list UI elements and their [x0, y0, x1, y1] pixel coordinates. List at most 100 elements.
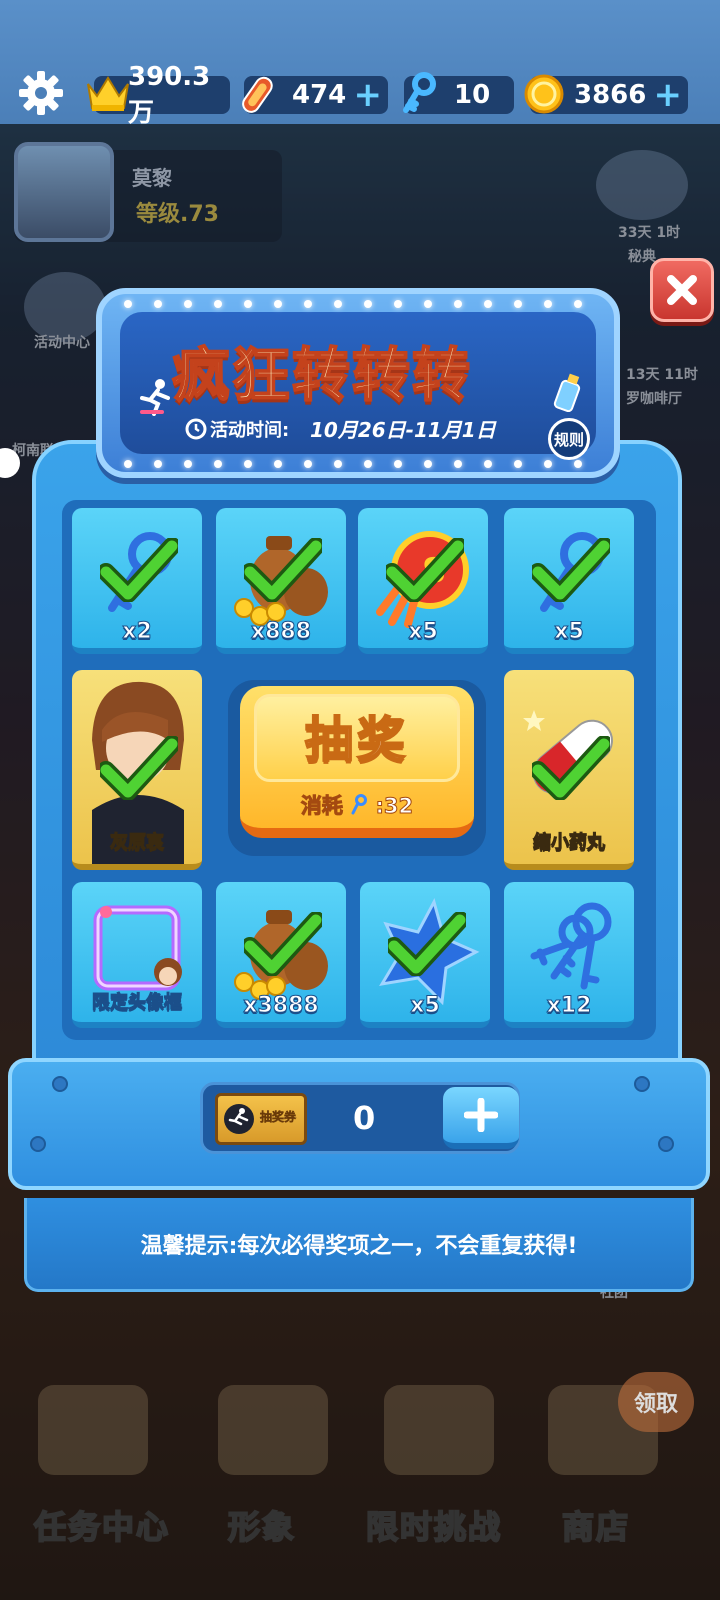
- draw-cost-label: 消耗: [300, 794, 343, 819]
- rules-button[interactable]: 规则: [548, 418, 590, 460]
- prize-quantity: x5: [410, 993, 441, 1019]
- appearance-icon: [218, 1385, 328, 1475]
- check-icon: [100, 538, 178, 602]
- prize-cell: x2: [72, 508, 202, 654]
- marquee-bulb: [454, 300, 462, 308]
- prize-cell-character: 灰原哀: [72, 670, 202, 870]
- marquee-bulb: [244, 460, 252, 468]
- marquee-bulb: [484, 460, 492, 468]
- nav-task-center: 任务中心: [33, 1507, 171, 1547]
- prize-cell-avatar-frame: 限定头像框: [72, 882, 202, 1028]
- skateboard-icon: [232, 68, 284, 120]
- marquee-bulb: [124, 460, 132, 468]
- top-resource-bar: 390.3万 474 + 10 3866 +: [0, 0, 720, 128]
- screw: [658, 1136, 674, 1152]
- prize-quantity: x888: [250, 619, 312, 645]
- prize-name: 缩小药丸: [533, 832, 606, 854]
- prize-quantity: x2: [122, 619, 153, 645]
- draw-cost: 消耗 :32: [240, 790, 474, 820]
- marquee-bulb: [394, 460, 402, 468]
- settings-icon[interactable]: [16, 68, 66, 118]
- marquee-bulb: [334, 460, 342, 468]
- draw-cost-value: :32: [375, 794, 414, 819]
- side-right-timer: 33天 1时: [618, 225, 681, 241]
- prize-quantity: x3888: [243, 993, 319, 1019]
- coin-counter[interactable]: 3866 +: [524, 74, 688, 114]
- marquee-bulb: [574, 460, 582, 468]
- event-time-label: 活动时间:: [210, 420, 290, 441]
- prize-cell: x3888: [216, 882, 346, 1028]
- player-name: 莫黎: [132, 166, 172, 190]
- check-icon: [388, 912, 466, 976]
- player-level: 等级.73: [136, 202, 219, 227]
- marquee-bulb: [424, 300, 432, 308]
- prize-name: 限定头像框: [92, 992, 183, 1014]
- challenge-icon: [384, 1385, 494, 1475]
- key-icon: [392, 68, 444, 120]
- runner-logo-icon: [136, 376, 176, 416]
- close-icon: [667, 275, 697, 305]
- spray-can-icon: [550, 372, 584, 413]
- crown-value: 390.3万: [128, 61, 211, 128]
- marquee-bulb: [184, 460, 192, 468]
- coin-value: 3866: [574, 80, 647, 110]
- skateboard-counter[interactable]: 474 +: [242, 76, 388, 114]
- draw-button[interactable]: 抽奖 消耗 :32: [240, 686, 474, 838]
- add-skateboard-icon[interactable]: +: [354, 78, 383, 112]
- screw: [30, 1136, 46, 1152]
- crown-counter: 390.3万: [87, 62, 230, 128]
- check-icon: [100, 736, 178, 800]
- prize-cell: x888: [216, 508, 346, 654]
- marquee-bulb: [274, 460, 282, 468]
- lottery-ticket-icon: 抽奖券: [215, 1093, 307, 1145]
- ticket-count: 0: [353, 1099, 376, 1137]
- check-icon: [244, 912, 322, 976]
- marquee-bulb: [124, 300, 132, 308]
- prize-cell: x5: [504, 508, 634, 654]
- marquee-bulb: [544, 460, 552, 468]
- prize-quantity: x5: [554, 619, 585, 645]
- draw-label: 抽奖: [304, 711, 409, 769]
- crown-icon: [82, 68, 134, 120]
- marquee-bulb: [424, 460, 432, 468]
- marquee-bulb: [304, 460, 312, 468]
- prize-cell: x5: [360, 882, 490, 1028]
- event-time-value: 10月26日-11月1日: [310, 418, 496, 442]
- nav-appearance: 形象: [227, 1507, 297, 1547]
- close-button[interactable]: [650, 258, 714, 322]
- ticket-counter: 抽奖券 0: [200, 1082, 520, 1154]
- marquee-bulb: [274, 300, 282, 308]
- tip-panel: 温馨提示:每次必得奖项之一，不会重复获得!: [24, 1198, 694, 1292]
- check-icon: [532, 538, 610, 602]
- screw: [52, 1076, 68, 1092]
- side-right-label-2: 罗咖啡厅: [626, 391, 682, 407]
- key-counter: 10: [403, 72, 514, 114]
- task-center-icon: [38, 1385, 148, 1475]
- activity-center-label: 活动中心: [34, 335, 90, 351]
- skateboard-value: 474: [292, 80, 347, 110]
- marquee-bulb: [364, 460, 372, 468]
- marquee-bulb: [154, 460, 162, 468]
- marquee-bulb: [154, 300, 162, 308]
- key-icon: [351, 794, 368, 815]
- key-value: 10: [454, 80, 491, 110]
- marquee-bulb: [454, 460, 462, 468]
- ticket-label: 抽奖券: [260, 1110, 297, 1125]
- check-icon: [532, 736, 610, 800]
- marquee-bulb: [244, 300, 252, 308]
- marquee-bulb: [574, 300, 582, 308]
- marquee-bulb: [514, 460, 522, 468]
- player-avatar: [14, 142, 114, 242]
- marquee-bulb: [484, 300, 492, 308]
- camera-icon: [596, 150, 688, 220]
- check-icon: [244, 538, 322, 602]
- coin-icon: [518, 68, 570, 120]
- screw: [634, 1076, 650, 1092]
- add-coin-icon[interactable]: +: [654, 78, 683, 112]
- prize-name: 灰原哀: [110, 832, 165, 854]
- add-ticket-button[interactable]: [443, 1087, 519, 1149]
- draw-button-frame: 抽奖 消耗 :32: [228, 680, 486, 856]
- marquee-bulb: [214, 460, 222, 468]
- marquee-bulb: [544, 300, 552, 308]
- marquee-bulb: [394, 300, 402, 308]
